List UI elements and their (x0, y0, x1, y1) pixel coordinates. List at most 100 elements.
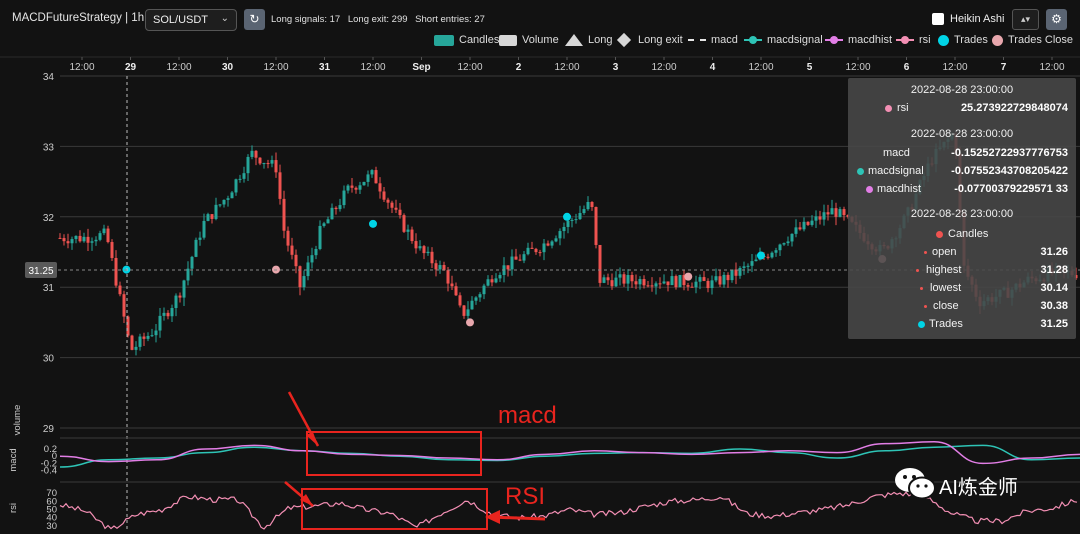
candle-body (250, 150, 254, 157)
candle-body (694, 281, 698, 288)
macd-axis-label: macd (8, 448, 19, 471)
candle-body (322, 223, 326, 226)
candle-body (262, 163, 266, 165)
candle-body (614, 277, 618, 287)
tooltip-macdsignal-value: -0.07552343708205422 (951, 165, 1068, 177)
candle-body (414, 241, 418, 249)
candle-body (742, 266, 746, 268)
candle-body (586, 202, 590, 210)
candle-body (778, 244, 782, 251)
x-tick-label: 12:00 (942, 62, 967, 73)
candle-body (470, 300, 474, 310)
candle-body (338, 205, 342, 210)
tooltip-close-value: 30.38 (1040, 300, 1068, 312)
candle-body (518, 259, 522, 261)
candle-body (130, 335, 134, 350)
candle-body (94, 239, 98, 242)
crosshair-tooltip: 2022-08-28 23:00:00 rsi 25.2739227298480… (848, 78, 1076, 339)
tooltip-candles-time: 2022-08-28 23:00:00 (910, 208, 1014, 220)
candle-body (178, 295, 182, 298)
tooltip-row-close: close 30.38 (848, 300, 1076, 314)
candle-body (154, 330, 158, 336)
candle-body (398, 209, 402, 216)
rsi-tick-label: 30 (46, 521, 57, 532)
tooltip-rsi-time: 2022-08-28 23:00:00 (910, 84, 1014, 96)
close-dot-icon (924, 305, 927, 308)
x-tick-label: 12:00 (360, 62, 385, 73)
candle-body (638, 279, 642, 285)
candle-body (686, 285, 690, 287)
candle-body (578, 213, 582, 220)
candle-body (666, 281, 670, 286)
candle-body (706, 280, 710, 289)
candle-body (306, 262, 310, 277)
candle-body (774, 250, 778, 253)
candle-body (786, 241, 790, 244)
candle-body (194, 239, 198, 257)
candle-body (458, 295, 462, 306)
candle-body (334, 207, 338, 210)
candle-body (106, 228, 110, 243)
candle-body (90, 241, 94, 243)
candle-body (658, 283, 662, 285)
x-tick-label: 4 (710, 62, 716, 73)
candle-body (826, 212, 830, 215)
candle-body (330, 207, 334, 220)
candle-body (798, 227, 802, 230)
tooltip-macdsignal-name: macdsignal (868, 165, 924, 177)
candle-body (834, 208, 838, 217)
tooltip-row-open: open 31.26 (848, 246, 1076, 260)
candle-body (182, 280, 186, 298)
trade-close-marker (684, 272, 693, 281)
candle-body (622, 274, 626, 284)
x-tick-label: 5 (807, 62, 813, 73)
candle-body (238, 178, 242, 180)
price-tick-label: 34 (43, 72, 55, 83)
candle-body (426, 251, 430, 254)
candle-body (286, 230, 290, 246)
x-tick-label: 12:00 (166, 62, 191, 73)
candle-body (630, 275, 634, 282)
tooltip-row-macdsignal: macdsignal -0.07552343708205422 (848, 165, 1076, 179)
candle-body (218, 204, 222, 206)
candle-body (214, 204, 218, 219)
tooltip-macd-value: -0.15252722937776753 (951, 147, 1068, 159)
tooltip-row-rsi: rsi 25.273922729848074 (848, 102, 1076, 116)
candle-body (538, 252, 542, 254)
candle-body (86, 236, 90, 243)
candle-body (626, 275, 630, 284)
candle-body (274, 160, 278, 173)
tooltip-row-macdhist: macdhist -0.07700379229571 33 (848, 183, 1076, 197)
trade-marker (369, 219, 377, 228)
candle-body (282, 198, 286, 231)
candle-body (562, 226, 566, 232)
candle-body (390, 202, 394, 208)
candle-body (290, 245, 294, 255)
tooltip-open-name: open (932, 246, 957, 258)
candles-dot-icon (936, 231, 943, 238)
candle-body (174, 295, 178, 309)
candle-body (722, 274, 726, 285)
tooltip-trades-value: 31.25 (1040, 318, 1068, 330)
tooltip-rsi-name: rsi (897, 102, 909, 114)
candle-body (366, 174, 370, 182)
candle-body (294, 254, 298, 267)
candle-body (246, 156, 250, 174)
candle-body (794, 227, 798, 234)
macd-annotation: macd (498, 402, 557, 429)
candle-body (710, 280, 714, 289)
candle-body (514, 256, 518, 260)
candle-body (254, 150, 258, 158)
candle-body (350, 185, 354, 188)
highest-dot-icon (916, 269, 919, 272)
trade-marker (563, 212, 571, 221)
x-tick-label: 12:00 (1039, 62, 1064, 73)
candle-body (770, 252, 774, 258)
candle-body (662, 281, 666, 284)
candle-body (494, 278, 498, 283)
candle-body (718, 276, 722, 285)
candle-body (690, 286, 694, 288)
candle-body (450, 283, 454, 287)
candle-body (570, 219, 574, 221)
candle-body (554, 238, 558, 242)
